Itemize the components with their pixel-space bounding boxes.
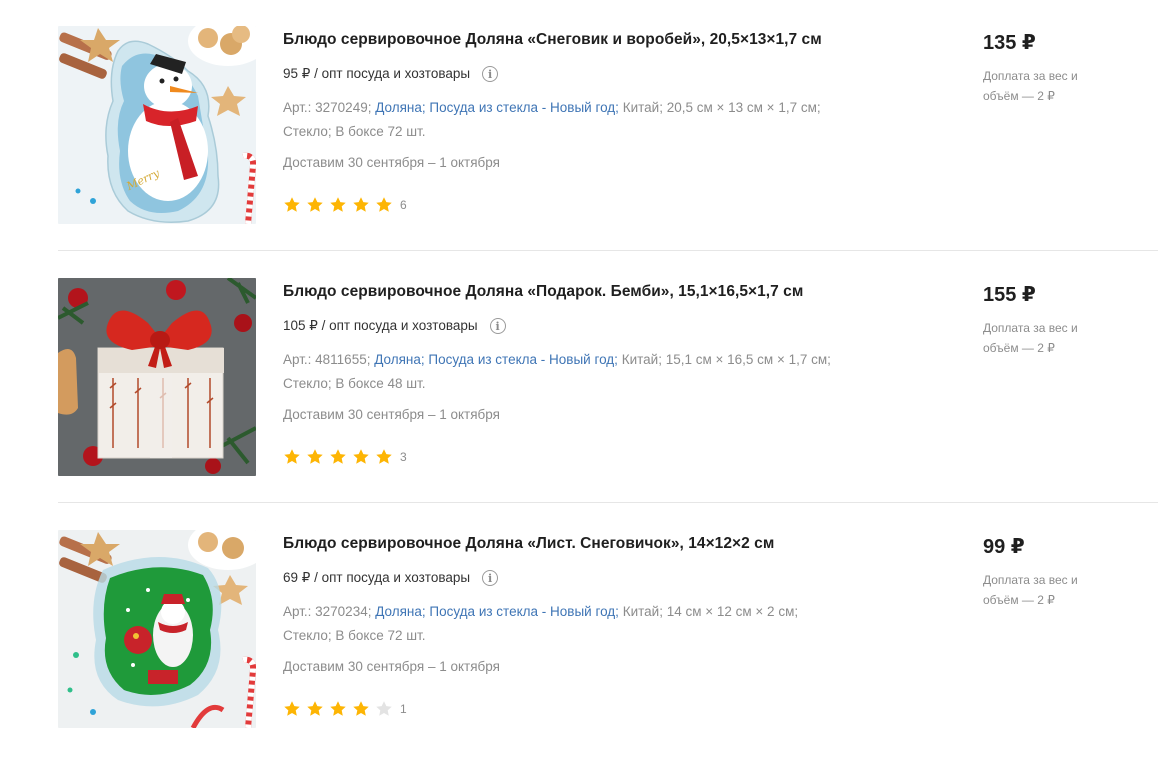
reviews-count-link[interactable]: 1 [400,702,407,716]
leaf-snowman-plate-image [58,530,256,728]
star-filled-icon [330,701,346,716]
product-specs: Китай; 20,5 см × 13 см × 1,7 см; [622,100,821,115]
surcharge-note: Доплата за вес и объём — 2 ₽ [983,69,1078,103]
product-specs: Китай; 14 см × 12 см × 2 см; [622,604,799,619]
product-list: Merry Блюдо сервировочное Доляна «Снегов… [0,0,1158,750]
star-filled-icon [330,449,346,464]
brand-link[interactable]: Доляна; [375,604,425,619]
price: 135 ₽ [983,32,1036,54]
product-attributes: Арт.: 3270249; Доляна; Посуда из стекла … [283,96,903,144]
brand-link[interactable]: Доляна; [374,352,424,367]
product-title-link[interactable]: Блюдо сервировочное Доляна «Снеговик и в… [283,31,822,49]
category-link[interactable]: Посуда из стекла - Новый год; [428,352,618,367]
star-rating [283,700,398,718]
delivery-dates: Доставим 30 сентября – 1 октября [283,155,500,170]
wholesale-price: 95 ₽ / опт посуда и хозтовары i [283,66,499,82]
product-image-leaf-plate[interactable] [58,530,256,728]
rating: 1 [283,700,407,718]
brand-link[interactable]: Доляна; [375,100,425,115]
star-filled-icon [330,197,346,212]
wholesale-price-text: 105 ₽ / опт посуда и хозтовары [283,318,478,333]
article-number: Арт.: 3270249; [283,100,372,115]
delivery-dates: Доставим 30 сентября – 1 октября [283,407,500,422]
product-image-gift-plate[interactable] [58,278,256,476]
star-filled-icon [376,449,392,464]
wholesale-price-text: 69 ₽ / опт посуда и хозтовары [283,570,471,585]
star-rating [283,448,398,466]
star-filled-icon [353,449,369,464]
delivery-dates: Доставим 30 сентября – 1 октября [283,659,500,674]
material-and-pack: Стекло; В боксе 72 шт. [283,628,426,643]
info-icon[interactable]: i [482,66,499,82]
reviews-count-link[interactable]: 3 [400,450,407,464]
star-filled-icon [353,197,369,212]
star-filled-icon [307,701,323,716]
rating: 3 [283,448,407,466]
gift-box-plate-image [58,278,256,476]
product-attributes: Арт.: 4811655; Доляна; Посуда из стекла … [283,348,903,396]
category-link[interactable]: Посуда из стекла - Новый год; [429,100,619,115]
product-card: Merry Блюдо сервировочное Доляна «Снегов… [58,26,1158,278]
product-title-link[interactable]: Блюдо сервировочное Доляна «Подарок. Бем… [283,283,803,301]
price: 155 ₽ [983,284,1036,306]
article-number: Арт.: 4811655; [283,352,371,367]
product-image-snowman-plate[interactable]: Merry [58,26,256,224]
star-rating [283,196,398,214]
product-card: Блюдо сервировочное Доляна «Подарок. Бем… [58,278,1158,530]
product-card: Блюдо сервировочное Доляна «Лист. Снегов… [58,530,1158,782]
wholesale-price-text: 95 ₽ / опт посуда и хозтовары [283,66,471,81]
info-icon[interactable]: i [482,570,499,586]
star-filled-icon [307,197,323,212]
product-title-link[interactable]: Блюдо сервировочное Доляна «Лист. Снегов… [283,535,774,553]
surcharge-note: Доплата за вес и объём — 2 ₽ [983,321,1078,355]
surcharge-note: Доплата за вес и объём — 2 ₽ [983,573,1078,607]
star-filled-icon [307,449,323,464]
price: 99 ₽ [983,536,1025,558]
product-specs: Китай; 15,1 см × 16,5 см × 1,7 см; [621,352,831,367]
info-icon[interactable]: i [489,318,506,334]
divider [58,250,1158,251]
star-empty-icon [376,701,392,716]
wholesale-price: 69 ₽ / опт посуда и хозтовары i [283,570,499,586]
reviews-count-link[interactable]: 6 [400,198,407,212]
material-and-pack: Стекло; В боксе 72 шт. [283,124,426,139]
category-link[interactable]: Посуда из стекла - Новый год; [429,604,619,619]
divider [58,502,1158,503]
star-filled-icon [284,701,300,716]
material-and-pack: Стекло; В боксе 48 шт. [283,376,426,391]
wholesale-price: 105 ₽ / опт посуда и хозтовары i [283,318,506,334]
rating: 6 [283,196,407,214]
snowman-plate-image: Merry [58,26,256,224]
star-filled-icon [353,701,369,716]
star-filled-icon [284,197,300,212]
product-attributes: Арт.: 3270234; Доляна; Посуда из стекла … [283,600,903,648]
star-filled-icon [376,197,392,212]
article-number: Арт.: 3270234; [283,604,372,619]
star-filled-icon [284,449,300,464]
